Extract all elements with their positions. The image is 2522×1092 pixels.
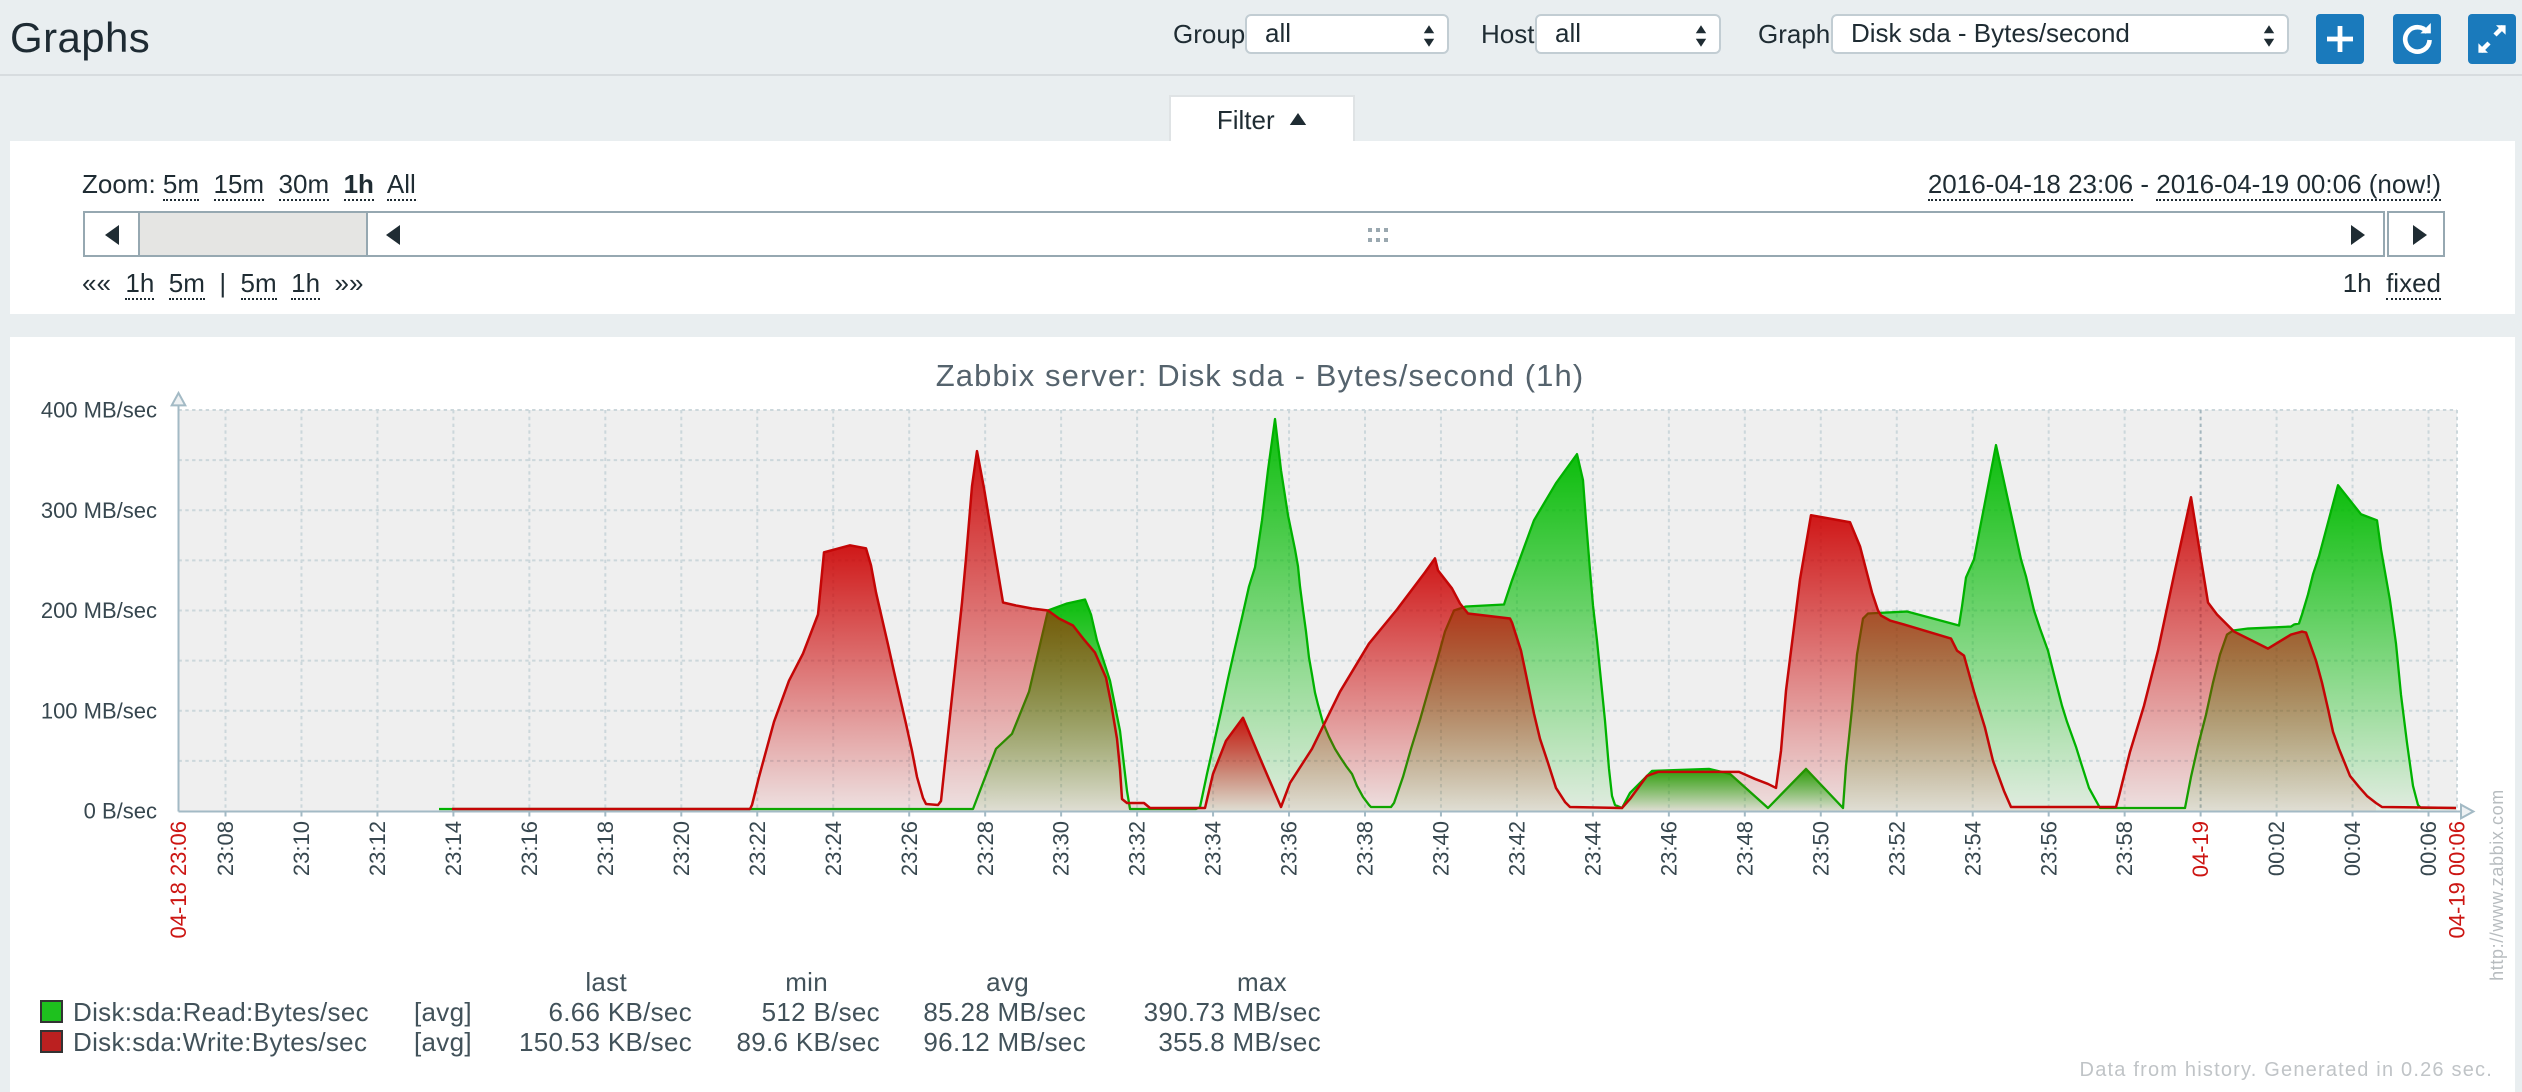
svg-text:23:48: 23:48 [1732,821,1757,876]
svg-text:23:58: 23:58 [2112,821,2137,876]
svg-text:23:20: 23:20 [669,821,694,876]
svg-text:23:22: 23:22 [745,821,770,876]
svg-text:23:38: 23:38 [1353,821,1378,876]
svg-text:04-19 00:06: 04-19 00:06 [2445,821,2470,938]
svg-text:00:02: 00:02 [2264,821,2289,876]
svg-text:http://www.zabbix.com: http://www.zabbix.com [2487,789,2507,981]
svg-text:355.8 MB/sec: 355.8 MB/sec [1158,1027,1321,1057]
svg-text:max: max [1237,967,1287,997]
svg-text:100 MB/sec: 100 MB/sec [41,698,157,723]
svg-text:last: last [585,967,627,997]
svg-text:23:40: 23:40 [1429,821,1454,876]
svg-text:avg: avg [986,967,1029,997]
svg-text:23:36: 23:36 [1277,821,1302,876]
svg-text:23:28: 23:28 [973,821,998,876]
svg-text:Zabbix server: Disk sda - Byte: Zabbix server: Disk sda - Bytes/second (… [936,358,1585,393]
svg-text:23:08: 23:08 [213,821,238,876]
svg-text:04-19: 04-19 [2188,821,2213,877]
svg-text:min: min [785,967,828,997]
svg-text:200 MB/sec: 200 MB/sec [41,598,157,623]
svg-text:300 MB/sec: 300 MB/sec [41,498,157,523]
svg-text:96.12 MB/sec: 96.12 MB/sec [923,1027,1086,1057]
svg-text:23:56: 23:56 [2036,821,2061,876]
svg-text:390.73 MB/sec: 390.73 MB/sec [1144,997,1321,1027]
svg-text:23:14: 23:14 [441,821,466,876]
svg-text:6.66 KB/sec: 6.66 KB/sec [549,997,693,1027]
svg-text:[avg]: [avg] [414,1027,472,1057]
svg-text:23:52: 23:52 [1884,821,1909,876]
svg-text:512 B/sec: 512 B/sec [762,997,880,1027]
svg-text:150.53 KB/sec: 150.53 KB/sec [519,1027,692,1057]
svg-text:400 MB/sec: 400 MB/sec [41,398,157,423]
svg-text:23:32: 23:32 [1125,821,1150,876]
svg-text:23:12: 23:12 [365,821,390,876]
svg-text:0 B/sec: 0 B/sec [84,799,157,824]
svg-text:00:06: 00:06 [2416,821,2441,876]
svg-text:23:44: 23:44 [1580,821,1605,876]
svg-text:Data from history. Generated i: Data from history. Generated in 0.26 sec… [2080,1059,2493,1081]
svg-text:23:50: 23:50 [1808,821,1833,876]
svg-text:Disk:sda:Read:Bytes/sec: Disk:sda:Read:Bytes/sec [73,997,369,1027]
svg-text:23:10: 23:10 [289,821,314,876]
svg-text:00:04: 00:04 [2340,821,2365,876]
svg-text:23:18: 23:18 [593,821,618,876]
svg-text:89.6 KB/sec: 89.6 KB/sec [737,1027,881,1057]
svg-text:23:30: 23:30 [1049,821,1074,876]
svg-text:Disk:sda:Write:Bytes/sec: Disk:sda:Write:Bytes/sec [73,1027,367,1057]
svg-text:23:24: 23:24 [821,821,846,876]
svg-text:04-18 23:06: 04-18 23:06 [166,821,191,938]
svg-text:23:16: 23:16 [517,821,542,876]
svg-text:23:46: 23:46 [1656,821,1681,876]
svg-text:23:34: 23:34 [1201,821,1226,876]
svg-text:23:42: 23:42 [1505,821,1530,876]
svg-text:85.28 MB/sec: 85.28 MB/sec [923,997,1086,1027]
svg-text:[avg]: [avg] [414,997,472,1027]
svg-text:23:54: 23:54 [1960,821,1985,876]
svg-text:23:26: 23:26 [897,821,922,876]
